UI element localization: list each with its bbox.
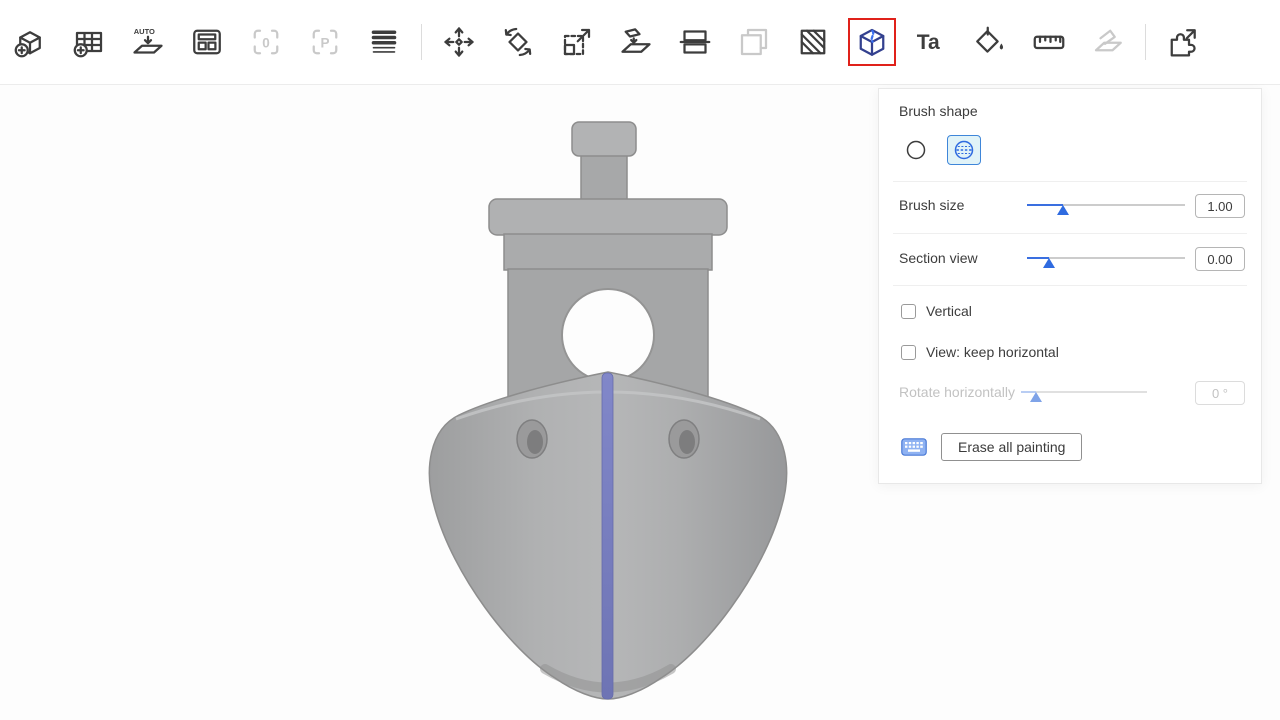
scale-button[interactable] xyxy=(555,20,599,64)
slider-thumb[interactable] xyxy=(1030,392,1042,402)
vertical-label: Vertical xyxy=(926,303,972,319)
split-to-parts-button[interactable]: P xyxy=(303,20,347,64)
text-tool-button[interactable]: Ta xyxy=(909,20,953,64)
brush-size-row: Brush size xyxy=(879,188,1261,222)
benchy-model[interactable] xyxy=(393,111,825,711)
auto-orient-icon: AUTO xyxy=(130,24,166,60)
add-object-button[interactable] xyxy=(8,20,52,64)
panel-divider xyxy=(893,285,1247,286)
split-to-parts-icon: P xyxy=(307,24,343,60)
keep-horizontal-label: View: keep horizontal xyxy=(926,344,1059,360)
rotate-horizontally-value[interactable] xyxy=(1195,381,1245,405)
clone-icon xyxy=(736,24,772,60)
vertical-checkbox[interactable] xyxy=(901,304,916,319)
keep-horizontal-checkbox-row[interactable]: View: keep horizontal xyxy=(901,341,1059,363)
lay-on-face-button[interactable] xyxy=(614,20,658,64)
section-view-label: Section view xyxy=(899,250,1027,266)
move-icon xyxy=(441,24,477,60)
cut-button[interactable] xyxy=(673,20,717,64)
seam-painting-panel: Brush shape Brush size Section view xyxy=(878,88,1262,484)
seam-painting-button[interactable] xyxy=(850,20,894,64)
keyboard-shortcuts-icon[interactable] xyxy=(901,438,927,456)
section-view-value[interactable] xyxy=(1195,247,1245,271)
support-painting-icon xyxy=(795,24,831,60)
split-to-objects-icon: 0 xyxy=(248,24,284,60)
erase-all-painting-button[interactable]: Erase all painting xyxy=(941,433,1082,461)
brush-shape-label: Brush shape xyxy=(899,103,978,119)
cut-icon xyxy=(677,24,713,60)
variable-layer-height-button[interactable] xyxy=(362,20,406,64)
sticker-icon xyxy=(1090,24,1126,60)
toolbar-separator xyxy=(421,24,422,60)
scale-icon xyxy=(559,24,595,60)
vertical-checkbox-row[interactable]: Vertical xyxy=(901,300,972,322)
slider-thumb[interactable] xyxy=(1043,258,1055,268)
main-toolbar: AUTO 0 P xyxy=(0,0,1280,84)
brush-size-label: Brush size xyxy=(899,197,1027,213)
brush-size-value[interactable] xyxy=(1195,194,1245,218)
section-view-row: Section view xyxy=(879,241,1261,275)
split-to-objects-button[interactable]: 0 xyxy=(244,20,288,64)
svg-text:0: 0 xyxy=(262,35,270,50)
auto-orient-button[interactable]: AUTO xyxy=(126,20,170,64)
slider-thumb[interactable] xyxy=(1057,205,1069,215)
brush-shape-selector xyxy=(899,135,981,165)
layers-icon xyxy=(366,24,402,60)
circle-brush-icon xyxy=(905,139,927,161)
section-view-slider[interactable] xyxy=(1027,248,1185,268)
clone-button[interactable] xyxy=(732,20,776,64)
rotate-button[interactable] xyxy=(496,20,540,64)
svg-text:AUTO: AUTO xyxy=(134,27,155,36)
lay-on-face-icon xyxy=(618,24,654,60)
puzzle-arrow-icon xyxy=(1165,24,1201,60)
benchy-hull xyxy=(429,372,786,699)
brush-shape-sphere-option[interactable] xyxy=(947,135,981,165)
keep-horizontal-checkbox[interactable] xyxy=(901,345,916,360)
brush-size-slider[interactable] xyxy=(1027,195,1185,215)
sphere-brush-icon xyxy=(953,139,975,161)
paint-bucket-icon xyxy=(972,24,1008,60)
sticker-button[interactable] xyxy=(1086,20,1130,64)
rotate-horizontally-row: Rotate horizontally xyxy=(879,375,1261,409)
benchy-window xyxy=(562,289,654,381)
add-plate-button[interactable] xyxy=(67,20,111,64)
arrange-button[interactable] xyxy=(185,20,229,64)
move-button[interactable] xyxy=(437,20,481,64)
measure-button[interactable] xyxy=(1027,20,1071,64)
panel-divider xyxy=(893,233,1247,234)
arrange-icon xyxy=(189,24,225,60)
rotate-icon xyxy=(500,24,536,60)
support-painting-button[interactable] xyxy=(791,20,835,64)
svg-text:Ta: Ta xyxy=(917,31,940,54)
svg-text:P: P xyxy=(320,35,329,50)
panel-divider xyxy=(893,181,1247,182)
seam-painting-icon xyxy=(854,24,890,60)
add-plate-icon xyxy=(71,24,107,60)
add-cube-icon xyxy=(12,24,48,60)
painted-seam-stripe xyxy=(602,373,613,699)
brush-shape-circle-option[interactable] xyxy=(899,135,933,165)
plugin-button[interactable] xyxy=(1161,20,1205,64)
rotate-horizontally-label: Rotate horizontally xyxy=(899,384,1015,400)
benchy-chimney xyxy=(572,122,636,203)
toolbar-separator xyxy=(1145,24,1146,60)
text-tool-icon: Ta xyxy=(913,24,949,60)
panel-bottom-row: Erase all painting xyxy=(901,433,1082,461)
ruler-icon xyxy=(1031,24,1067,60)
color-painting-button[interactable] xyxy=(968,20,1012,64)
rotate-horizontally-slider[interactable] xyxy=(1021,382,1147,402)
